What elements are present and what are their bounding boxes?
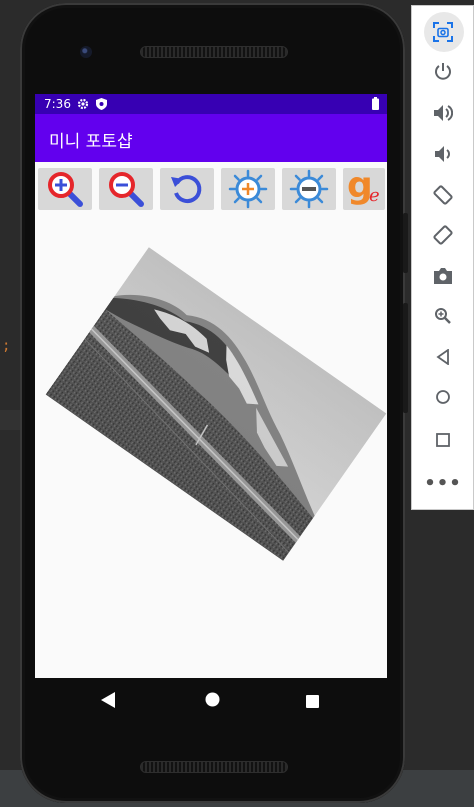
tool-bar: g e	[38, 165, 387, 212]
emulator-volume-down-button[interactable]	[426, 137, 460, 171]
home-icon	[436, 390, 450, 404]
emulator-rotate-left-button[interactable]	[426, 178, 460, 212]
emulator-zoom-button[interactable]	[426, 299, 460, 333]
top-speaker	[140, 46, 288, 58]
sun-minus-icon	[289, 169, 329, 209]
ide-code-fragment: ;	[2, 338, 11, 354]
emulator-power-button[interactable]	[426, 54, 460, 88]
bottom-speaker	[140, 761, 288, 773]
front-camera	[80, 46, 92, 58]
emulator-rotate-right-button[interactable]	[426, 218, 460, 252]
screenshot-camera-icon	[433, 22, 453, 42]
navigation-bar	[35, 678, 387, 726]
brightness-up-button[interactable]	[221, 168, 275, 210]
phone-power-button[interactable]	[403, 213, 408, 273]
shield-icon	[96, 98, 107, 113]
phone-frame: 7:36 미니 포토샵 g e	[20, 3, 408, 803]
emulator-camera-button[interactable]	[426, 259, 460, 293]
home-circle-icon[interactable]	[205, 692, 220, 711]
rotate-right-icon	[433, 225, 453, 245]
emulator-control-panel: •••	[411, 5, 474, 510]
emulator-more-button[interactable]: •••	[424, 466, 462, 500]
rotate-button[interactable]	[160, 168, 214, 210]
phone-volume-button[interactable]	[403, 303, 408, 413]
photo-image	[45, 247, 387, 561]
gear-icon	[77, 98, 89, 113]
magnifier-plus-icon	[48, 172, 83, 207]
back-icon	[436, 349, 449, 365]
emulator-home-button[interactable]	[426, 380, 460, 414]
volume-up-icon	[434, 105, 453, 121]
grayscale-button[interactable]: g e	[343, 165, 385, 210]
zoom-out-button[interactable]	[99, 168, 153, 210]
power-icon	[435, 63, 451, 80]
brightness-down-button[interactable]	[282, 168, 336, 210]
emulator-overview-button[interactable]	[426, 423, 460, 457]
overview-icon	[436, 433, 450, 447]
recents-square-icon[interactable]	[306, 693, 319, 712]
emulator-back-button[interactable]	[426, 340, 460, 374]
status-time: 7:36	[44, 97, 71, 111]
volume-down-icon	[435, 146, 450, 162]
emulator-screenshot-button[interactable]	[426, 15, 460, 49]
device-screen: 7:36 미니 포토샵 g e	[35, 94, 387, 678]
emulator-volume-up-button[interactable]	[426, 96, 460, 130]
app-bar: 미니 포토샵	[35, 114, 387, 162]
app-title: 미니 포토샵	[49, 132, 133, 152]
back-triangle-icon[interactable]	[101, 692, 115, 712]
status-bar: 7:36	[35, 94, 387, 114]
zoom-in-button[interactable]	[38, 168, 92, 210]
rotate-left-icon	[433, 185, 453, 205]
mountain-landscape-image	[45, 247, 387, 561]
magnifier-minus-icon	[109, 172, 144, 207]
rotate-ccw-icon	[171, 175, 202, 204]
sun-plus-icon	[228, 169, 268, 209]
g-logo-icon: g e	[347, 165, 380, 206]
battery-icon	[372, 97, 379, 113]
more-icon: •••	[424, 472, 462, 494]
zoom-icon	[435, 308, 451, 324]
camera-icon	[434, 268, 452, 284]
